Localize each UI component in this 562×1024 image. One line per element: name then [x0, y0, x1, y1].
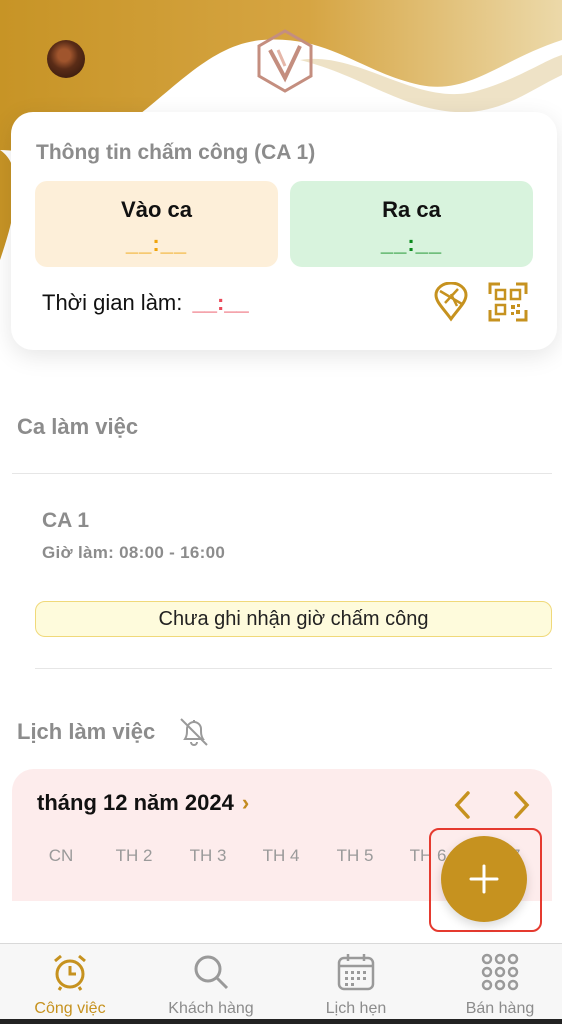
shift-hours: Giờ làm: 08:00 - 16:00	[42, 543, 226, 562]
alarm-clock-icon	[54, 954, 86, 991]
home-indicator-bar	[0, 1019, 562, 1024]
tab-cong-viec[interactable]: Công việc	[0, 944, 140, 1024]
schedule-section-title: Lịch làm việc	[17, 719, 156, 744]
weekday-label: CN	[48, 846, 74, 865]
check-out-label: Ra ca	[382, 197, 441, 222]
check-out-time: __:__	[380, 231, 443, 256]
bottom-tab-bar: Công việc Khách hàng Lịch hẹn Bán hàng	[0, 943, 562, 1024]
tab-label: Khách hàng	[168, 1000, 254, 1017]
calendar-next-button[interactable]	[506, 787, 536, 823]
shift-section-title: Ca làm việc	[17, 414, 139, 439]
tab-ban-hang[interactable]: Bán hàng	[430, 944, 562, 1024]
tab-label: Công việc	[34, 1000, 106, 1017]
user-avatar[interactable]	[47, 40, 85, 78]
plus-icon	[469, 864, 499, 894]
work-time-row: Thời gian làm: __:__	[42, 290, 249, 316]
check-in-label: Vào ca	[121, 197, 192, 222]
attendance-card: Thông tin chấm công (CA 1) Vào ca __:__ …	[11, 112, 557, 350]
work-time-value: __:__	[192, 290, 249, 315]
tab-lich-hen[interactable]: Lịch hẹn	[286, 944, 426, 1024]
weekday-label: TH 5	[336, 846, 374, 865]
divider	[35, 668, 552, 669]
check-out-box[interactable]: Ra ca __:__	[290, 181, 533, 267]
weekday-label: TH 4	[262, 846, 300, 865]
calendar-month-selector[interactable]: tháng 12 năm 2024 ›	[37, 790, 249, 816]
shift-name: CA 1	[42, 509, 90, 532]
tab-label: Lịch hẹn	[325, 1000, 387, 1017]
divider	[12, 473, 552, 474]
tab-label: Bán hàng	[465, 1000, 535, 1017]
tab-khach-hang[interactable]: Khách hàng	[141, 944, 281, 1024]
weekday-label: TH 3	[189, 846, 227, 865]
bell-off-icon[interactable]	[177, 715, 211, 749]
check-in-time: __:__	[125, 231, 188, 256]
attendance-status-badge: Chưa ghi nhận giờ chấm công	[35, 601, 552, 637]
add-button[interactable]	[441, 836, 527, 922]
brand-logo	[257, 29, 313, 93]
calendar-month-label: tháng 12 năm 2024	[37, 790, 234, 815]
chevron-right-icon: ›	[241, 790, 250, 815]
search-icon	[194, 955, 229, 990]
calendar-prev-button[interactable]	[448, 787, 478, 823]
work-time-label: Thời gian làm:	[42, 290, 183, 315]
check-in-box[interactable]: Vào ca __:__	[35, 181, 278, 267]
map-pin-icon[interactable]	[431, 281, 471, 322]
calendar-icon	[337, 954, 375, 991]
grid-dots-icon	[481, 953, 519, 991]
qr-scan-icon[interactable]	[488, 282, 528, 322]
attendance-title: Thông tin chấm công (CA 1)	[36, 141, 316, 164]
weekday-label: TH 2	[115, 846, 153, 865]
